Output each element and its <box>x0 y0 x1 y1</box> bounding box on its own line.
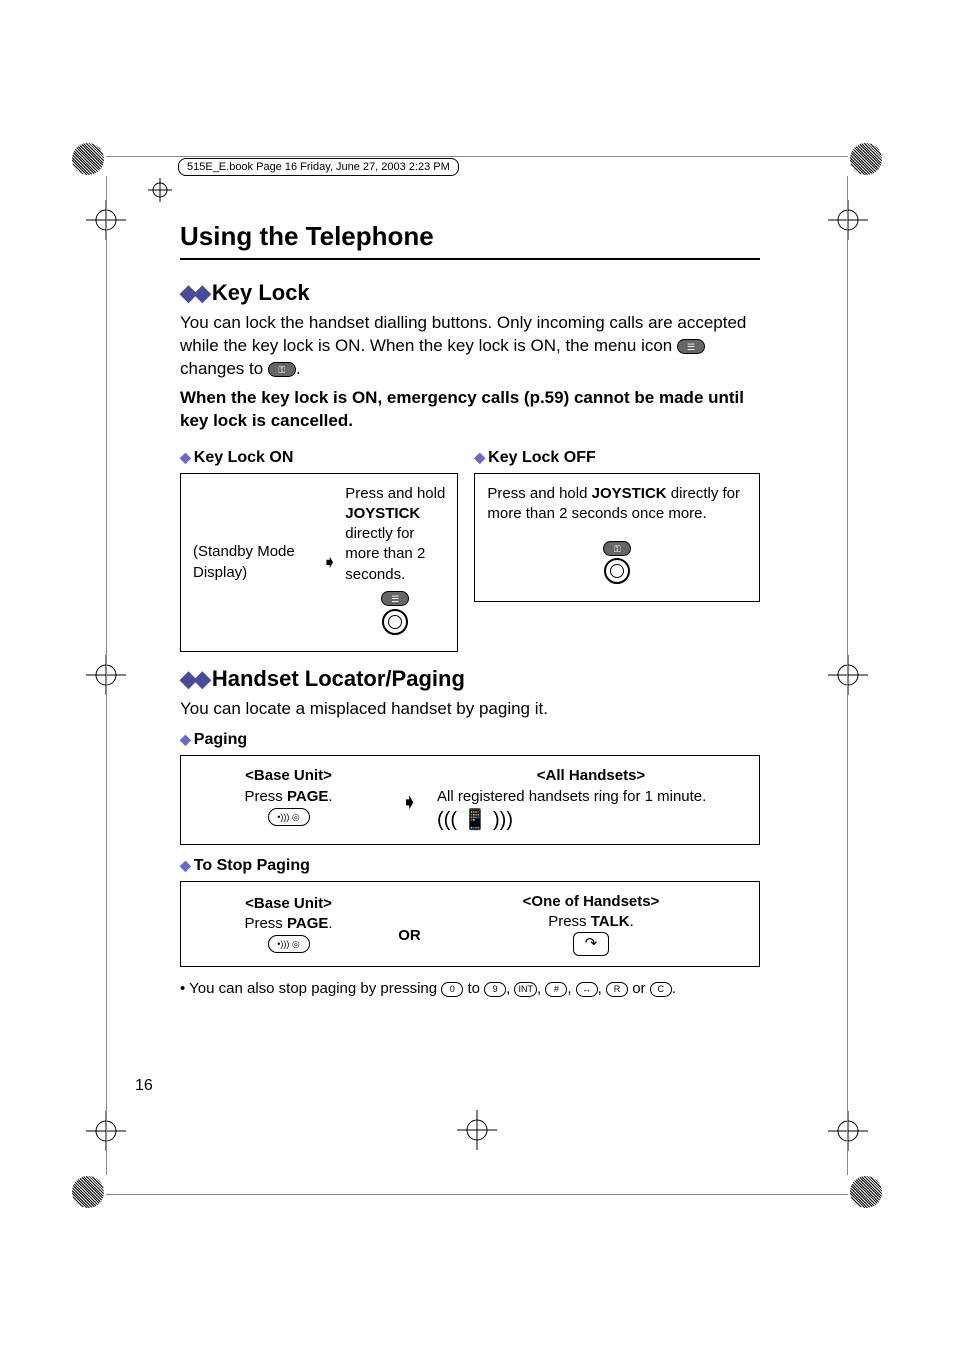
lock-icon: ⚿ <box>268 362 296 377</box>
keylock-on-label: ◆Key Lock ON <box>180 449 458 467</box>
key-xfer-icon: ↔ <box>576 982 598 997</box>
print-reg-mark <box>828 200 868 240</box>
key-c-icon: C <box>650 982 672 997</box>
print-reg-hatched <box>72 143 104 175</box>
talk-key-label: TALK <box>591 913 630 930</box>
page-button-icon: •))) ◎ <box>268 935 310 953</box>
keylock-on-text-a: Press and hold <box>345 485 445 502</box>
diamond-icon: ◆◆ <box>180 666 208 691</box>
or-label: OR <box>382 902 437 946</box>
keylock-intro: You can lock the handset dialling button… <box>180 312 760 381</box>
joystick-label: JOYSTICK <box>345 505 420 522</box>
all-handsets-text: All registered handsets ring for 1 minut… <box>437 787 745 807</box>
crop-line <box>106 176 107 1175</box>
key-r-icon: R <box>606 982 628 997</box>
crop-line <box>106 156 848 157</box>
key-hash-icon: # <box>545 982 567 997</box>
base-unit-label: <Base Unit> <box>195 894 382 914</box>
diamond-icon: ◆ <box>180 857 191 873</box>
key-0-icon: 0 <box>441 982 463 997</box>
paging-heading: Handset Locator/Paging <box>212 666 465 691</box>
keylock-text2: changes to <box>180 359 263 378</box>
keylock-off-text-a: Press and hold <box>487 485 591 502</box>
section-keylock: ◆◆Key Lock <box>180 280 760 306</box>
diamond-icon: ◆ <box>180 449 191 465</box>
press-label: Press <box>548 913 591 930</box>
paging-footnote: • You can also stop paging by pressing 0… <box>180 979 760 999</box>
page-key-label: PAGE <box>287 915 328 932</box>
menu-icon: ☰ <box>677 339 705 354</box>
period: . <box>296 359 301 378</box>
page-button-icon: •))) ◎ <box>268 808 310 826</box>
diamond-icon: ◆ <box>474 449 485 465</box>
keylock-warn: When the key lock is ON, emergency calls… <box>180 387 760 433</box>
page-title: Using the Telephone <box>180 221 760 260</box>
menu-icon: ☰ <box>381 591 409 606</box>
print-reg-hatched <box>72 1176 104 1208</box>
arrow-right-icon: ➧ <box>322 550 337 574</box>
one-handset-label: <One of Handsets> <box>437 892 745 912</box>
keylock-on-left: (Standby Mode Display) <box>193 542 314 583</box>
print-reg-hatched <box>850 143 882 175</box>
key-9-icon: 9 <box>484 982 506 997</box>
crop-line <box>847 176 848 1175</box>
key-int-icon: INT <box>514 982 537 997</box>
paging-sub1: ◆Paging <box>180 731 760 749</box>
diamond-icon: ◆◆ <box>180 280 208 305</box>
joystick-icon <box>382 609 408 635</box>
keylock-on-text-b: directly for more than 2 seconds. <box>345 525 425 583</box>
lock-icon: ⚿ <box>603 541 631 556</box>
print-reg-mark <box>828 655 868 695</box>
keylock-off-label: ◆Key Lock OFF <box>474 449 760 467</box>
print-reg-hatched <box>850 1176 882 1208</box>
arrow-right-icon: ➧ <box>402 792 417 812</box>
print-reg-mark <box>828 1111 868 1151</box>
handset-ring-icon: ((( 📱 ))) <box>437 807 513 834</box>
keylock-text1: You can lock the handset dialling button… <box>180 313 746 355</box>
keylock-heading: Key Lock <box>212 280 310 305</box>
paging-intro: You can locate a misplaced handset by pa… <box>180 698 760 721</box>
paging-sub2: ◆To Stop Paging <box>180 857 760 875</box>
section-paging: ◆◆Handset Locator/Paging <box>180 666 760 692</box>
joystick-label: JOYSTICK <box>592 485 667 502</box>
print-reg-mark <box>457 1110 497 1150</box>
diamond-icon: ◆ <box>180 731 191 747</box>
all-handsets-label: <All Handsets> <box>437 766 745 786</box>
joystick-icon <box>604 558 630 584</box>
base-unit-label: <Base Unit> <box>195 766 382 786</box>
press-label: Press <box>244 915 287 932</box>
crop-line <box>106 1194 848 1195</box>
page-key-label: PAGE <box>287 788 328 805</box>
page-number: 16 <box>135 1077 153 1095</box>
press-label: Press <box>244 788 287 805</box>
talk-button-icon: ↷ <box>573 932 609 956</box>
